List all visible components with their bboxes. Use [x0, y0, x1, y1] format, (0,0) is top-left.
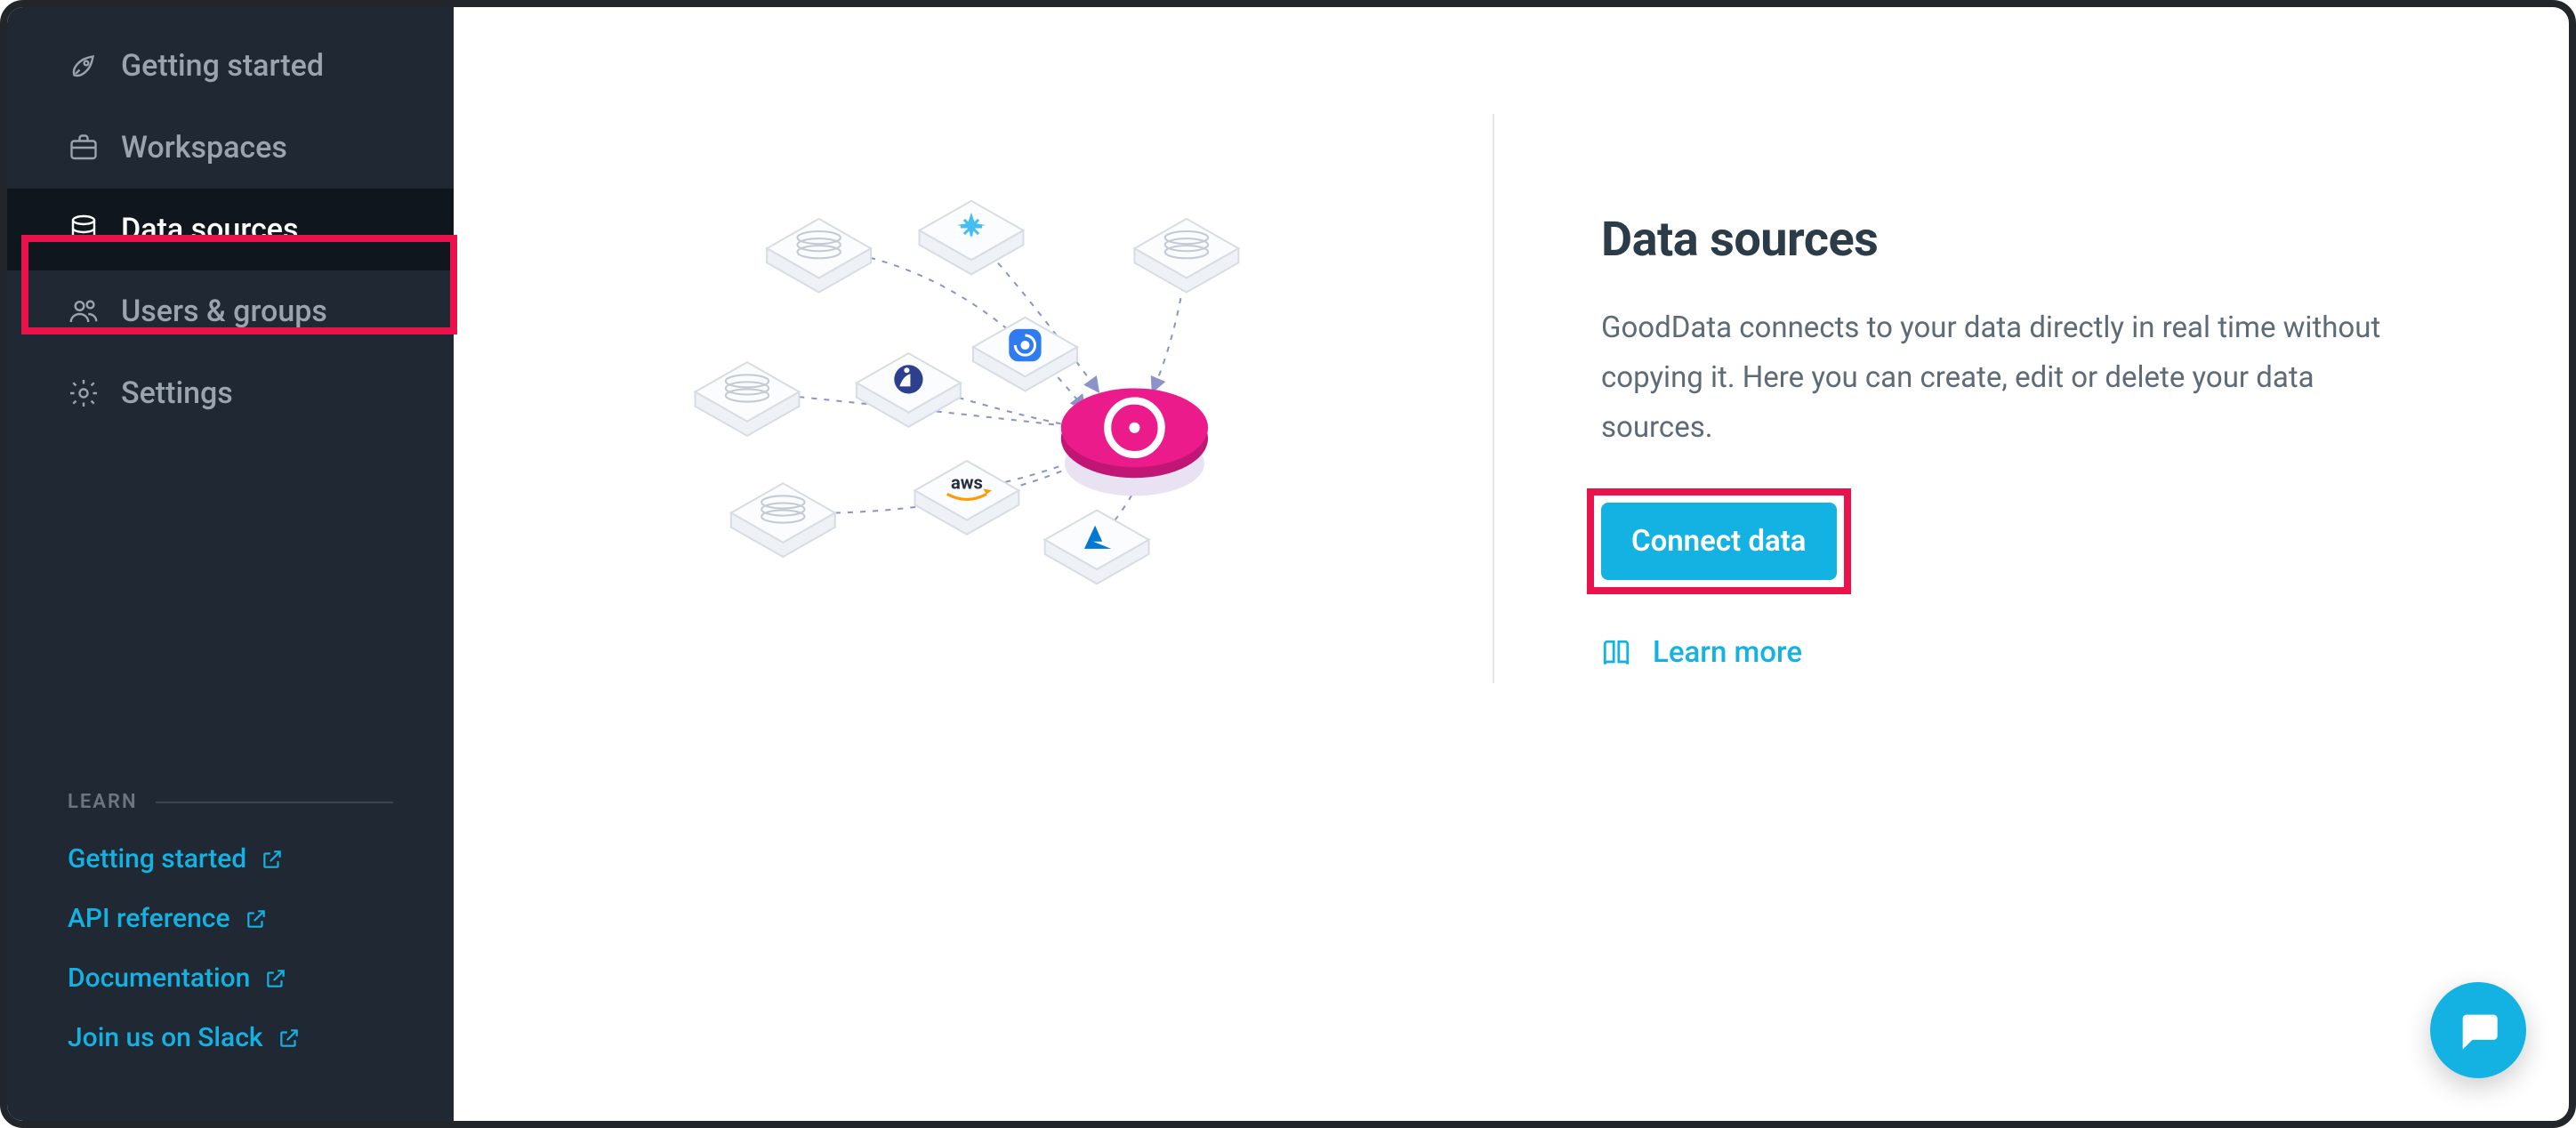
external-link-icon	[278, 1027, 301, 1050]
learn-link-getting-started[interactable]: Getting started	[68, 829, 393, 889]
external-link-icon	[245, 907, 268, 931]
sidebar: Getting started Workspaces Data sources	[7, 7, 454, 1121]
users-icon	[68, 295, 100, 327]
main-content: aws	[454, 7, 2569, 1121]
page-title: Data sources	[1601, 212, 2498, 268]
learn-header: LEARN	[68, 775, 393, 829]
sidebar-item-getting-started[interactable]: Getting started	[7, 25, 454, 107]
gear-icon	[68, 377, 100, 409]
learn-link-api-reference[interactable]: API reference	[68, 889, 393, 948]
external-link-icon	[264, 967, 287, 990]
database-icon	[68, 214, 100, 246]
briefcase-icon	[68, 132, 100, 164]
learn-more-label: Learn more	[1653, 635, 1802, 670]
learn-link-label: Documentation	[68, 963, 250, 994]
chat-button[interactable]	[2430, 982, 2526, 1078]
sidebar-item-data-sources[interactable]: Data sources	[7, 189, 454, 270]
sidebar-item-label: Users & groups	[121, 294, 327, 329]
data-sources-illustration: aws	[525, 114, 1421, 742]
learn-section: LEARN Getting started API reference Docu…	[7, 775, 454, 1121]
gooddata-hub-icon	[1061, 388, 1208, 496]
rocket-icon	[68, 50, 100, 82]
sidebar-nav: Getting started Workspaces Data sources	[7, 7, 454, 452]
learn-header-label: LEARN	[68, 791, 138, 813]
page-description: GoodData connects to your data directly …	[1601, 303, 2384, 453]
learn-link-documentation[interactable]: Documentation	[68, 948, 393, 1008]
svg-text:aws: aws	[951, 471, 983, 493]
learn-link-slack[interactable]: Join us on Slack	[68, 1008, 393, 1068]
divider-line	[156, 802, 393, 803]
sidebar-item-settings[interactable]: Settings	[7, 352, 454, 434]
learn-link-label: Join us on Slack	[68, 1022, 263, 1053]
sidebar-item-label: Data sources	[121, 212, 298, 247]
sidebar-item-label: Getting started	[121, 48, 324, 84]
learn-more-link[interactable]: Learn more	[1601, 635, 2498, 670]
external-link-icon	[261, 848, 284, 871]
learn-link-label: API reference	[68, 903, 230, 934]
learn-link-label: Getting started	[68, 843, 246, 874]
data-sources-panel: Data sources GoodData connects to your d…	[1566, 114, 2498, 670]
sidebar-item-label: Workspaces	[121, 130, 287, 165]
sidebar-item-label: Settings	[121, 375, 233, 411]
book-icon	[1601, 638, 1631, 668]
sidebar-item-workspaces[interactable]: Workspaces	[7, 107, 454, 189]
chat-icon	[2455, 1007, 2501, 1053]
vertical-divider	[1493, 114, 1494, 683]
sidebar-item-users-groups[interactable]: Users & groups	[7, 270, 454, 352]
connect-data-button[interactable]: Connect data	[1601, 503, 1837, 580]
